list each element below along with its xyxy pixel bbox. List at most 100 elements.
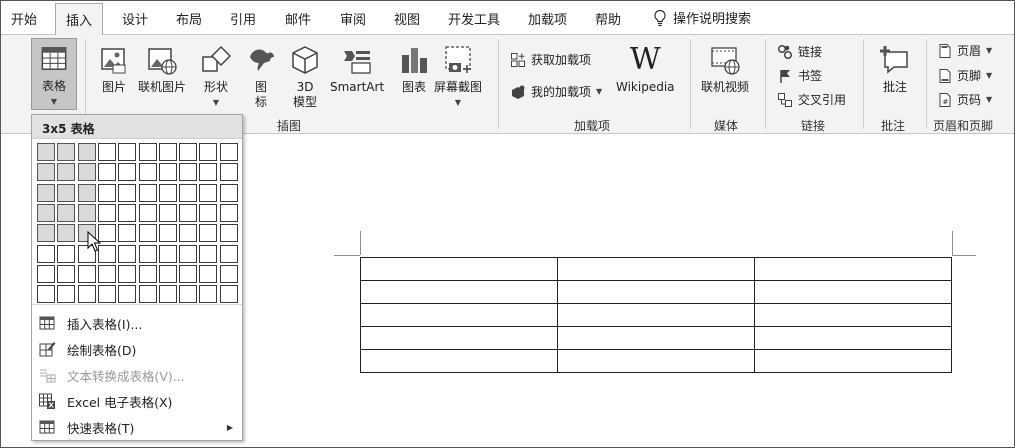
tab-insert[interactable]: 插入	[55, 3, 104, 36]
cross-reference-button[interactable]: 交叉引用	[777, 91, 846, 108]
table-cell[interactable]	[360, 349, 558, 373]
grid-cell[interactable]	[199, 224, 218, 243]
tab-mailings[interactable]: 邮件	[285, 9, 311, 28]
tab-references[interactable]: 引用	[230, 9, 256, 28]
insert-table-menu-item[interactable]: 插入表格(I)...	[32, 310, 242, 336]
link-button[interactable]: 链接	[777, 43, 822, 60]
grid-cell[interactable]	[219, 143, 238, 161]
grid-cell[interactable]	[37, 224, 55, 243]
icons-button[interactable]: 图 标	[244, 43, 278, 110]
grid-cell[interactable]	[219, 264, 238, 283]
grid-cell[interactable]	[158, 203, 177, 222]
table-button[interactable]: 表格 ▼	[31, 38, 77, 110]
grid-cell[interactable]	[77, 264, 96, 283]
grid-cell[interactable]	[199, 203, 218, 222]
grid-cell[interactable]	[138, 143, 157, 161]
footer-button[interactable]: 页脚 ▼	[938, 67, 992, 84]
grid-cell[interactable]	[158, 285, 177, 304]
grid-cell[interactable]	[158, 163, 177, 182]
grid-cell[interactable]	[138, 183, 157, 202]
grid-cell[interactable]	[118, 224, 137, 243]
grid-cell[interactable]	[118, 285, 137, 304]
grid-cell[interactable]	[138, 163, 157, 182]
document-table[interactable]	[360, 257, 952, 373]
grid-cell[interactable]	[138, 264, 157, 283]
grid-cell[interactable]	[118, 163, 137, 182]
quick-tables-menu-item[interactable]: 快速表格(T) ▶	[32, 414, 242, 440]
grid-cell[interactable]	[97, 163, 116, 182]
grid-cell[interactable]	[158, 143, 177, 161]
grid-cell[interactable]	[219, 285, 238, 304]
grid-cell[interactable]	[179, 143, 198, 161]
tab-help[interactable]: 帮助	[595, 9, 621, 28]
tab-home[interactable]: 开始	[11, 9, 37, 28]
draw-table-menu-item[interactable]: 绘制表格(D)	[32, 336, 242, 362]
grid-cell[interactable]	[57, 183, 76, 202]
grid-cell[interactable]	[77, 285, 96, 304]
grid-cell[interactable]	[37, 244, 55, 263]
table-cell[interactable]	[754, 303, 952, 327]
table-cell[interactable]	[360, 257, 558, 281]
tab-view[interactable]: 视图	[394, 9, 420, 28]
grid-cell[interactable]	[179, 224, 198, 243]
grid-cell[interactable]	[118, 143, 137, 161]
grid-cell[interactable]	[77, 143, 96, 161]
table-cell[interactable]	[754, 257, 952, 281]
grid-cell[interactable]	[219, 224, 238, 243]
table-cell[interactable]	[360, 280, 558, 304]
table-cell[interactable]	[557, 349, 755, 373]
grid-cell[interactable]	[97, 285, 116, 304]
3d-model-button[interactable]: 3D 模型	[288, 43, 322, 110]
get-addins-button[interactable]: 获取加载项	[510, 51, 591, 68]
grid-cell[interactable]	[179, 264, 198, 283]
grid-cell[interactable]	[138, 224, 157, 243]
grid-cell[interactable]	[158, 244, 177, 263]
grid-cell[interactable]	[97, 203, 116, 222]
tab-layout[interactable]: 布局	[176, 9, 202, 28]
comment-button[interactable]: 批注	[878, 43, 912, 95]
grid-cell[interactable]	[199, 183, 218, 202]
text-to-table-menu-item[interactable]: 文本转换成表格(V)...	[32, 362, 242, 388]
shapes-button[interactable]: 形状 ▼	[199, 43, 233, 110]
grid-cell[interactable]	[219, 203, 238, 222]
grid-cell[interactable]	[158, 264, 177, 283]
page-number-button[interactable]: # 页码 ▼	[938, 91, 992, 108]
grid-cell[interactable]	[57, 285, 76, 304]
grid-cell[interactable]	[179, 203, 198, 222]
table-cell[interactable]	[557, 303, 755, 327]
grid-cell[interactable]	[138, 244, 157, 263]
grid-cell[interactable]	[57, 224, 76, 243]
grid-cell[interactable]	[77, 183, 96, 202]
grid-cell[interactable]	[37, 285, 55, 304]
grid-cell[interactable]	[199, 163, 218, 182]
grid-cell[interactable]	[57, 203, 76, 222]
grid-cell[interactable]	[199, 264, 218, 283]
grid-cell[interactable]	[37, 163, 55, 182]
grid-cell[interactable]	[97, 183, 116, 202]
grid-cell[interactable]	[179, 244, 198, 263]
grid-cell[interactable]	[57, 143, 76, 161]
grid-cell[interactable]	[158, 224, 177, 243]
grid-cell[interactable]	[179, 183, 198, 202]
grid-cell[interactable]	[199, 244, 218, 263]
tell-me-search[interactable]: 操作说明搜索	[653, 8, 751, 27]
table-cell[interactable]	[557, 257, 755, 281]
smartart-button[interactable]: SmartArt	[330, 43, 384, 95]
table-cell[interactable]	[360, 303, 558, 327]
table-cell[interactable]	[557, 326, 755, 350]
online-video-button[interactable]: 联机视频	[701, 43, 749, 95]
header-button[interactable]: 页眉 ▼	[938, 42, 992, 59]
table-cell[interactable]	[557, 280, 755, 304]
grid-cell[interactable]	[219, 183, 238, 202]
grid-cell[interactable]	[97, 264, 116, 283]
grid-cell[interactable]	[118, 244, 137, 263]
wikipedia-button[interactable]: W Wikipedia	[616, 43, 675, 95]
tab-addins[interactable]: 加载项	[528, 9, 567, 28]
grid-cell[interactable]	[219, 244, 238, 263]
grid-cell[interactable]	[57, 244, 76, 263]
grid-cell[interactable]	[179, 285, 198, 304]
chart-button[interactable]: 图表	[397, 43, 431, 95]
grid-cell[interactable]	[199, 143, 218, 161]
picture-button[interactable]: 图片	[97, 43, 131, 95]
grid-cell[interactable]	[97, 143, 116, 161]
